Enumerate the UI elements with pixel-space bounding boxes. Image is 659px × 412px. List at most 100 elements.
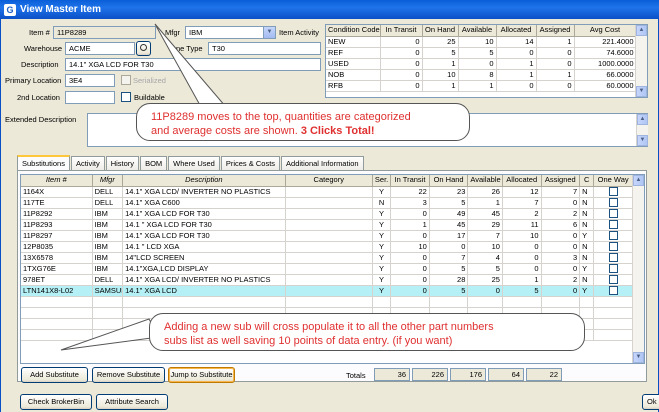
check-brokerbin-button[interactable]: Check BrokerBin xyxy=(20,394,92,410)
subs-cell: 0 xyxy=(502,263,542,275)
subs-header[interactable]: Ser. xyxy=(372,175,392,187)
one-way-cell xyxy=(593,285,633,297)
one-way-checkbox[interactable] xyxy=(608,198,618,207)
type-field[interactable]: T30 xyxy=(208,42,321,55)
condition-header[interactable]: Avg Cost xyxy=(574,25,637,37)
buildable-checkbox[interactable] xyxy=(121,92,131,102)
tab-activity[interactable]: Activity xyxy=(70,156,105,171)
tab-prices-costs[interactable]: Prices & Costs xyxy=(220,156,281,171)
condition-table-scrollbar[interactable]: ▲ ▼ xyxy=(635,25,647,97)
subs-cell: 49 xyxy=(429,208,469,220)
subs-header[interactable]: On Hand xyxy=(429,175,469,187)
scroll-up-icon[interactable]: ▲ xyxy=(637,114,648,125)
item-label: Item # xyxy=(29,28,50,37)
condition-header[interactable]: Condition Code xyxy=(326,25,381,37)
tab-where-used[interactable]: Where Used xyxy=(168,156,220,171)
subs-cell: 0 xyxy=(390,263,430,275)
attribute-search-button[interactable]: Attribute Search xyxy=(96,394,168,410)
scroll-down-icon[interactable]: ▼ xyxy=(636,86,647,97)
subs-cell: 7 xyxy=(541,186,581,198)
one-way-cell xyxy=(593,263,633,275)
one-way-checkbox[interactable] xyxy=(608,209,618,218)
table-row[interactable]: 13X6578 IBM 14"LCD SCREEN Y 0 7 4 0 3 N xyxy=(21,252,633,264)
condition-row[interactable]: NOB 0 10 8 1 1 66.0000 xyxy=(326,69,637,81)
tab-additional-information[interactable]: Additional Information xyxy=(281,156,364,171)
subs-header[interactable]: Description xyxy=(122,175,286,187)
subs-header[interactable]: Category xyxy=(285,175,373,187)
chevron-down-icon[interactable]: ▼ xyxy=(263,27,275,38)
scroll-down-icon[interactable]: ▼ xyxy=(633,352,644,363)
subs-header[interactable]: Item # xyxy=(21,175,93,187)
condition-header[interactable]: Available xyxy=(458,25,497,37)
condition-row[interactable]: RFB 0 1 1 0 0 60.0000 xyxy=(326,80,637,92)
table-row[interactable]: 1TXG76E IBM 14.1"XGA,LCD DISPLAY Y 0 5 5 0 0 Y xyxy=(21,263,633,275)
item-number-field[interactable]: 11P8289 xyxy=(53,26,156,39)
subs-cell: 5 xyxy=(429,285,469,297)
serialized-label: Serialized xyxy=(133,76,166,85)
substitutions-scrollbar[interactable]: ▲ ▼ xyxy=(632,175,644,363)
ok-button[interactable]: Ok xyxy=(642,394,659,410)
condition-row[interactable]: USED 0 1 0 1 0 1000.0000 xyxy=(326,58,637,70)
condition-header[interactable]: Assigned xyxy=(536,25,575,37)
table-row[interactable]: 978ET DELL 14.1" XGA LCD/ INVERTER NO PLAS… xyxy=(21,274,633,286)
empty-cell xyxy=(467,296,503,308)
scroll-up-icon[interactable]: ▲ xyxy=(633,175,644,186)
serialized-checkbox[interactable] xyxy=(121,75,131,85)
table-row[interactable]: LTN141X8-L02SAMSUN14.1" XGA LCDY05050Y xyxy=(21,285,633,297)
subs-header[interactable]: In Transit xyxy=(390,175,430,187)
one-way-checkbox[interactable] xyxy=(608,187,618,196)
table-row[interactable]: 11P8293 IBM 14.1 " XGA LCD FOR T30 Y 1 45 29 11… xyxy=(21,219,633,231)
second-location-field[interactable] xyxy=(65,91,115,104)
one-way-checkbox[interactable] xyxy=(608,242,618,251)
warehouse-field[interactable]: ACME xyxy=(65,42,135,55)
subs-header[interactable]: Mfgr xyxy=(92,175,124,187)
table-row[interactable]: 11P8297 IBM 14.1" XGA LCD FOR T30 Y 0 17 7 10 0 Y xyxy=(21,230,633,242)
one-way-checkbox[interactable] xyxy=(608,220,618,229)
table-row[interactable]: 11P8292 IBM 14.1" XGA LCD FOR T30 Y 0 49 45 2 2 N xyxy=(21,208,633,220)
condition-header[interactable]: In Transit xyxy=(380,25,423,37)
one-way-checkbox[interactable] xyxy=(608,264,618,273)
tab-history[interactable]: History xyxy=(105,156,140,171)
primary-location-field[interactable]: 3E4 xyxy=(65,74,115,87)
subs-cell: 0 xyxy=(541,285,581,297)
mfgr-select[interactable]: IBM ▼ xyxy=(185,26,276,39)
description-field[interactable]: 14.1" XGA LCD FOR T30 xyxy=(65,58,321,71)
remove-substitute-button[interactable]: Remove Substitute xyxy=(92,367,165,383)
table-row[interactable]: 12P8035 IBM 14.1 " LCD XGA Y 10 0 10 0 0 N xyxy=(21,241,633,253)
subs-header[interactable]: C xyxy=(579,175,595,187)
subs-cell: 1 xyxy=(467,197,503,209)
warehouse-search-button[interactable] xyxy=(136,41,151,56)
one-way-checkbox[interactable] xyxy=(608,286,618,295)
table-row[interactable]: 117TE DELL 14.1" XGA C600 N 3 5 1 7 0 N xyxy=(21,197,633,209)
add-substitute-button[interactable]: Add Substitute xyxy=(21,367,88,383)
empty-cell xyxy=(541,296,581,308)
jump-to-substitute-button[interactable]: Jump to Substitute xyxy=(168,367,235,383)
one-way-checkbox[interactable] xyxy=(608,231,618,240)
subs-cell: 5 xyxy=(429,263,469,275)
subs-header[interactable]: Assigned xyxy=(541,175,581,187)
condition-header[interactable]: On Hand xyxy=(422,25,459,37)
scroll-up-icon[interactable]: ▲ xyxy=(636,25,647,36)
condition-row[interactable]: REF 0 5 5 0 0 74.6000 xyxy=(326,47,637,59)
subs-cell: 10 xyxy=(502,230,542,242)
one-way-checkbox[interactable] xyxy=(608,253,618,262)
empty-cell xyxy=(593,296,633,308)
empty-cell xyxy=(92,307,124,319)
condition-cell: 5 xyxy=(458,47,497,59)
extended-description-scrollbar[interactable]: ▲ ▼ xyxy=(636,114,648,146)
subs-cell xyxy=(285,263,373,275)
condition-header[interactable]: Allocated xyxy=(496,25,537,37)
tab-bom[interactable]: BOM xyxy=(140,156,168,171)
subs-cell: 11P8293 xyxy=(21,219,93,231)
one-way-cell xyxy=(593,230,633,242)
one-way-checkbox[interactable] xyxy=(608,275,618,284)
tab-substitutions[interactable]: Substitutions xyxy=(17,155,70,171)
table-row[interactable]: 1164X DELL 14.1" XGA LCD/ INVERTER NO PLAS… xyxy=(21,186,633,198)
subs-header[interactable]: Available xyxy=(467,175,503,187)
subs-header[interactable]: One Way xyxy=(593,175,633,187)
scroll-down-icon[interactable]: ▼ xyxy=(637,135,648,146)
subs-cell: 12 xyxy=(502,186,542,198)
condition-row[interactable]: NEW 0 25 10 14 1 221.4000 xyxy=(326,36,637,48)
type-label: ne Type xyxy=(176,44,203,53)
subs-header[interactable]: Allocated xyxy=(502,175,542,187)
